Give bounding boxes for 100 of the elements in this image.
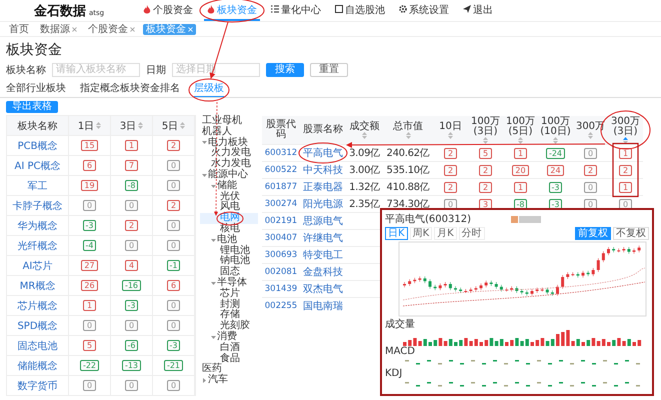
sector-link[interactable]: AI PC概念 [14,158,60,172]
table-cell-text: 2.35亿 [349,198,380,211]
period-tab[interactable]: 日K [385,227,408,240]
nav-tab[interactable]: 退出 [460,0,496,21]
tree-item[interactable]: 水力发电 [200,159,258,170]
tree-item[interactable]: 芯片 [200,288,258,300]
tree-item[interactable]: 工业母机 [200,116,258,127]
table-cell-text: 535.10亿 [386,164,430,177]
rank-badge: 24 [547,164,564,176]
nav-tab[interactable]: 量化中心 [268,0,324,21]
stock-link[interactable]: 国电南瑞 [303,299,343,313]
volume-bar [556,334,560,346]
sector-link[interactable]: 军工 [28,178,48,192]
candle [556,284,559,296]
stock-link[interactable]: 阳光电源 [303,197,343,211]
stock-link[interactable]: 许继电气 [303,231,343,245]
stock-link[interactable]: 中天科技 [303,163,343,177]
nav-tab[interactable]: 板块资金 [204,0,260,21]
candle [438,283,442,290]
tree-item[interactable]: 白酒 [200,342,258,354]
tree-item[interactable]: 电池 [200,234,258,246]
rank-badge: 1 [619,182,632,192]
rank-badge: 0 [584,182,597,192]
tree-item[interactable]: 能源中心 [200,170,258,181]
candle [638,245,641,253]
chart-title: 平高电气(600312) [385,212,471,226]
volume-bar [607,342,610,346]
search-button[interactable]: 搜索 [266,62,304,76]
tab[interactable]: 全部行业板块 [6,83,66,97]
rank-badge: 0 [167,380,180,391]
sector-link[interactable]: 芯片概念 [18,298,58,312]
stock-link[interactable]: 特变电工 [303,248,343,262]
breadcrumb-tag[interactable]: 个股资金 [85,24,138,34]
sector-link[interactable]: 数字货币 [18,378,58,392]
tree-item[interactable]: 机器人 [200,126,258,138]
tree-item[interactable]: 消费 [200,332,258,343]
stock-code[interactable]: 300274 [264,199,298,209]
export-button[interactable]: 导出表格 [6,101,58,113]
nav-tab[interactable]: 个股资金 [140,0,196,21]
stock-code[interactable]: 002081 [264,267,298,277]
stock-link[interactable]: 双杰电气 [303,282,343,296]
square-icon [335,5,343,14]
period-tab[interactable]: 周K [410,227,432,240]
candle [520,288,524,295]
stock-link[interactable]: 思源电气 [303,214,343,228]
candle [418,276,422,282]
reset-button[interactable]: 重置 [310,62,348,76]
sector-link[interactable]: MR概念 [20,278,56,292]
adjust-button[interactable]: 前复权 [575,227,611,240]
sector-link[interactable]: 华为概念 [18,218,58,232]
rank-badge: -16 [122,280,142,291]
rank-badge: 6 [83,160,96,171]
send-icon [463,5,471,14]
stock-code[interactable]: 301439 [264,284,298,294]
rank-badge: -1 [166,260,180,271]
stock-code[interactable]: 300407 [264,233,298,243]
tree-item[interactable]: 半导体 [200,278,258,289]
tree-item[interactable]: 汽车 [200,375,258,386]
sector-link[interactable]: PCB概念 [18,138,58,152]
sort-icon [553,136,558,144]
tree-item[interactable]: 封测 [200,300,258,310]
tree-item[interactable]: 储能 [200,180,258,192]
stock-code[interactable]: 600522 [264,165,298,175]
candle [464,288,468,294]
stock-code[interactable]: 300693 [264,250,298,260]
breadcrumb-tag[interactable]: 板块资金 [143,24,196,34]
volume-bar [505,342,508,346]
tab[interactable]: 指定概念板块资金排名 [80,83,180,97]
stock-code[interactable]: 601877 [264,182,298,192]
period-tab[interactable]: 月K [434,227,457,240]
stock-link[interactable]: 正泰电器 [303,180,343,194]
breadcrumb-tag[interactable]: 数据源 [37,24,80,34]
tab[interactable]: 层级板 [194,83,224,97]
column-header: 10日 [439,122,462,132]
breadcrumb-tag[interactable]: 首页 [6,24,32,34]
period-tab[interactable]: 分时 [458,227,485,240]
candle [530,288,534,296]
stock-link[interactable]: 平高电气 [303,146,343,160]
sector-link[interactable]: 固态电池 [18,338,58,352]
nav-tab[interactable]: 系统设置 [396,0,452,21]
nav-tab[interactable]: 自选股池 [332,0,388,21]
stock-code[interactable]: 002255 [264,301,298,311]
sector-link[interactable]: 卡脖子概念 [12,198,62,212]
stock-code[interactable]: 002191 [264,216,298,226]
tree-item[interactable]: 光刻胶 [200,321,258,332]
rank-badge: 0 [125,380,138,391]
sector-link[interactable]: AI芯片 [22,258,52,272]
tree-item[interactable]: 固态 [200,267,258,278]
volume-bar [403,342,406,346]
sector-link[interactable]: SPD概念 [17,318,58,332]
rank-badge: -3 [124,300,138,311]
input-field[interactable]: 请输入板块名称 [52,62,140,76]
sector-link[interactable]: 光纤概念 [18,238,58,252]
sort-icon [406,132,410,138]
tree-item[interactable]: 锂电池 [200,246,258,256]
rank-badge: 0 [83,320,96,331]
adjust-button[interactable]: 不复权 [613,227,649,240]
stock-link[interactable]: 金盘科技 [303,265,343,279]
stock-code[interactable]: 600312 [264,148,298,158]
sector-link[interactable]: 储能概念 [18,358,58,372]
